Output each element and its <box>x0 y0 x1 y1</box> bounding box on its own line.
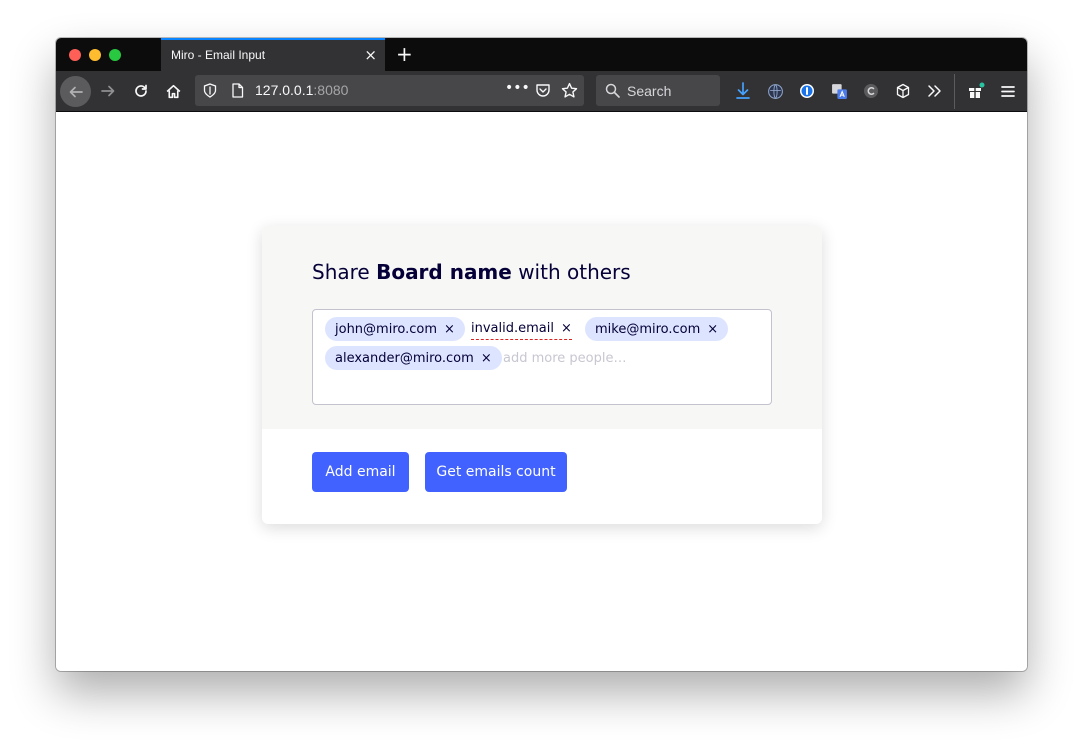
address-bar[interactable]: 127.0.0.1:8080 ••• <box>195 75 584 106</box>
tab-bar: Miro - Email Input × + <box>56 38 1027 71</box>
forward-button[interactable] <box>98 81 118 101</box>
remove-email-icon[interactable]: × <box>561 321 572 336</box>
page-icon[interactable] <box>231 83 244 98</box>
email-chip-text: alexander@miro.com <box>335 350 474 366</box>
pocket-icon[interactable] <box>535 83 551 98</box>
extension-globe-button[interactable] <box>765 81 785 101</box>
share-card: Share Board name with others john@miro.c… <box>262 226 822 524</box>
add-email-input[interactable] <box>503 346 743 370</box>
translate-icon <box>831 83 847 99</box>
home-icon <box>166 84 180 98</box>
emails-input-field[interactable]: john@miro.com × invalid.email × mike@mir… <box>312 309 772 405</box>
hamburger-menu-icon <box>1001 85 1015 97</box>
board-name: Board name <box>376 260 512 284</box>
remove-email-icon[interactable]: × <box>444 322 455 337</box>
share-card-body: Share Board name with others john@miro.c… <box>262 226 822 429</box>
email-chip: alexander@miro.com × <box>325 346 502 370</box>
nav-toolbar: 127.0.0.1:8080 ••• Search <box>56 71 1027 112</box>
email-chip: mike@miro.com × <box>585 317 729 341</box>
cube-icon <box>896 83 910 99</box>
whats-new-button[interactable] <box>966 81 986 101</box>
email-chip-text: mike@miro.com <box>595 321 701 337</box>
double-chevron-right-icon <box>928 85 941 97</box>
url-port: :8080 <box>313 82 349 98</box>
search-bar[interactable]: Search <box>596 75 720 106</box>
arrow-right-icon <box>101 85 115 97</box>
heading-suffix: with others <box>511 260 631 284</box>
reload-icon <box>135 84 147 97</box>
gift-icon <box>969 82 985 98</box>
circle-c-icon <box>864 84 878 98</box>
app-menu-button[interactable] <box>998 81 1018 101</box>
remove-email-icon[interactable]: × <box>481 351 492 366</box>
get-emails-count-button[interactable]: Get emails count <box>425 452 567 492</box>
page-content: Share Board name with others john@miro.c… <box>56 112 1027 671</box>
url-text: 127.0.0.1:8080 <box>255 82 348 98</box>
zoom-window-button[interactable] <box>109 49 121 61</box>
minimize-window-button[interactable] <box>89 49 101 61</box>
search-icon <box>605 83 620 98</box>
email-chip-invalid: invalid.email × <box>471 318 572 340</box>
translate-button[interactable] <box>829 81 849 101</box>
bookmark-star-icon[interactable] <box>561 82 578 99</box>
toolbar-divider <box>954 74 955 109</box>
email-chip-text: invalid.email <box>471 321 554 336</box>
remove-email-icon[interactable]: × <box>707 322 718 337</box>
back-button[interactable] <box>60 76 91 107</box>
home-button[interactable] <box>163 81 183 101</box>
page-actions-icon[interactable]: ••• <box>505 80 530 96</box>
browser-tab[interactable]: Miro - Email Input × <box>161 38 385 71</box>
heading-prefix: Share <box>312 260 377 284</box>
search-placeholder: Search <box>627 83 672 99</box>
reload-button[interactable] <box>131 81 151 101</box>
downloads-button[interactable] <box>733 81 753 101</box>
shield-icon[interactable] <box>203 83 217 98</box>
share-heading: Share Board name with others <box>312 260 631 284</box>
overflow-menu-button[interactable] <box>925 81 945 101</box>
password-manager-button[interactable] <box>797 81 817 101</box>
download-icon <box>736 82 750 99</box>
globe-extension-icon <box>767 83 783 99</box>
browser-window: Miro - Email Input × + 127.0.0.1:8080 ••… <box>56 38 1027 671</box>
1password-icon <box>800 84 814 98</box>
tab-close-icon[interactable]: × <box>364 46 377 64</box>
new-tab-button[interactable]: + <box>396 42 413 66</box>
url-host: 127.0.0.1 <box>255 82 314 98</box>
grammar-extension-button[interactable] <box>861 81 881 101</box>
tab-title: Miro - Email Input <box>171 48 266 62</box>
add-email-button[interactable]: Add email <box>312 452 409 492</box>
email-chip: john@miro.com × <box>325 317 465 341</box>
email-chip-text: john@miro.com <box>335 321 438 337</box>
cube-extension-button[interactable] <box>893 81 913 101</box>
close-window-button[interactable] <box>69 49 81 61</box>
arrow-left-icon <box>69 86 83 97</box>
